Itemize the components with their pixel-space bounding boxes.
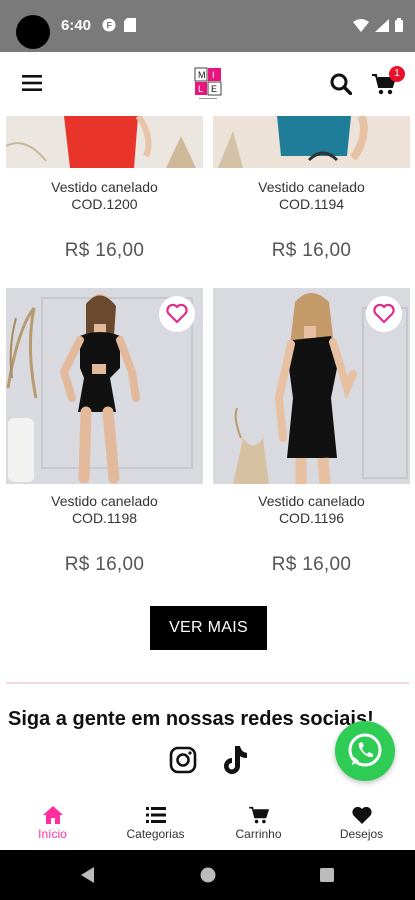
menu-icon[interactable] [22, 74, 42, 92]
nav-label: Início [38, 827, 67, 841]
nav-item-categorias[interactable]: Categorias [104, 796, 207, 850]
nav-label: Desejos [339, 827, 384, 841]
svg-text:F: F [107, 21, 113, 31]
product-code: COD.1196 [278, 510, 345, 526]
product-price: R$ 16,00 [271, 554, 352, 575]
product-image[interactable] [213, 288, 410, 484]
heart-outline-icon [166, 303, 188, 324]
cart-count-badge: 1 [389, 66, 405, 82]
system-navigation-bar [0, 850, 415, 900]
product-list: Vestido canelado COD.1200 R$ 16,00 Vesti… [0, 116, 415, 796]
nav-item-desejos[interactable]: Desejos [310, 796, 413, 850]
ver-mais-button[interactable]: VER MAIS [150, 606, 267, 650]
product-price: R$ 16,00 [64, 554, 145, 575]
whatsapp-button[interactable] [335, 721, 395, 781]
product-image[interactable] [6, 288, 203, 484]
svg-text:I: I [212, 70, 215, 80]
home-icon [42, 806, 63, 824]
list-icon [145, 807, 166, 823]
product-card[interactable]: Vestido canelado COD.1196 R$ 16,00 [213, 288, 410, 588]
bottom-navigation: Início Categorias Carrinho Desejos [0, 796, 415, 850]
product-photo [6, 116, 203, 168]
signal-icon [375, 18, 389, 32]
recents-icon[interactable] [320, 868, 334, 882]
section-divider [6, 682, 409, 684]
product-card[interactable]: Vestido canelado COD.1198 R$ 16,00 [6, 288, 203, 588]
favorite-button[interactable] [366, 296, 402, 332]
sd-card-icon [124, 18, 136, 32]
camera-cutout [16, 15, 50, 49]
product-name: Vestido canelado [51, 493, 158, 509]
product-image[interactable] [213, 116, 410, 168]
nav-item-carrinho[interactable]: Carrinho [207, 796, 310, 850]
favorite-button[interactable] [159, 296, 195, 332]
back-icon[interactable] [80, 867, 96, 883]
brand-logo[interactable]: M I L E [194, 67, 222, 101]
status-notification-icons: F [102, 18, 136, 32]
nav-label: Categorias [126, 827, 185, 841]
svg-text:E: E [211, 84, 217, 94]
instagram-icon[interactable] [169, 746, 197, 774]
whatsapp-icon [348, 733, 382, 767]
wifi-icon [353, 18, 369, 32]
heart-icon [351, 806, 372, 824]
battery-icon [395, 18, 403, 32]
product-name: Vestido canelado [258, 179, 365, 195]
product-card[interactable]: Vestido canelado COD.1200 R$ 16,00 [6, 116, 203, 276]
home-button-icon[interactable] [200, 867, 216, 883]
status-time: 6:40 [61, 17, 92, 34]
product-code: COD.1200 [71, 196, 138, 212]
svg-text:M: M [198, 70, 206, 80]
search-icon[interactable] [330, 73, 352, 95]
nav-label: Carrinho [235, 827, 282, 841]
cart-icon [248, 806, 269, 824]
product-code: COD.1194 [278, 196, 345, 212]
app-header: M I L E 1 [0, 52, 415, 116]
product-name: Vestido canelado [51, 179, 158, 195]
social-section-title: Siga a gente em nossas redes sociais! [8, 708, 374, 730]
product-price: R$ 16,00 [64, 240, 145, 261]
product-price: R$ 16,00 [271, 240, 352, 261]
status-system-icons [353, 18, 403, 32]
status-bar: 6:40 F [0, 0, 415, 52]
product-code: COD.1198 [71, 510, 138, 526]
app-notification-icon: F [102, 18, 116, 32]
tiktok-icon[interactable] [220, 744, 248, 776]
product-image[interactable] [6, 116, 203, 168]
product-name: Vestido canelado [258, 493, 365, 509]
svg-text:L: L [198, 84, 203, 94]
product-card[interactable]: Vestido canelado COD.1194 R$ 16,00 [213, 116, 410, 276]
product-photo [213, 116, 410, 168]
heart-outline-icon [373, 303, 395, 324]
nav-item-inicio[interactable]: Início [1, 796, 104, 850]
